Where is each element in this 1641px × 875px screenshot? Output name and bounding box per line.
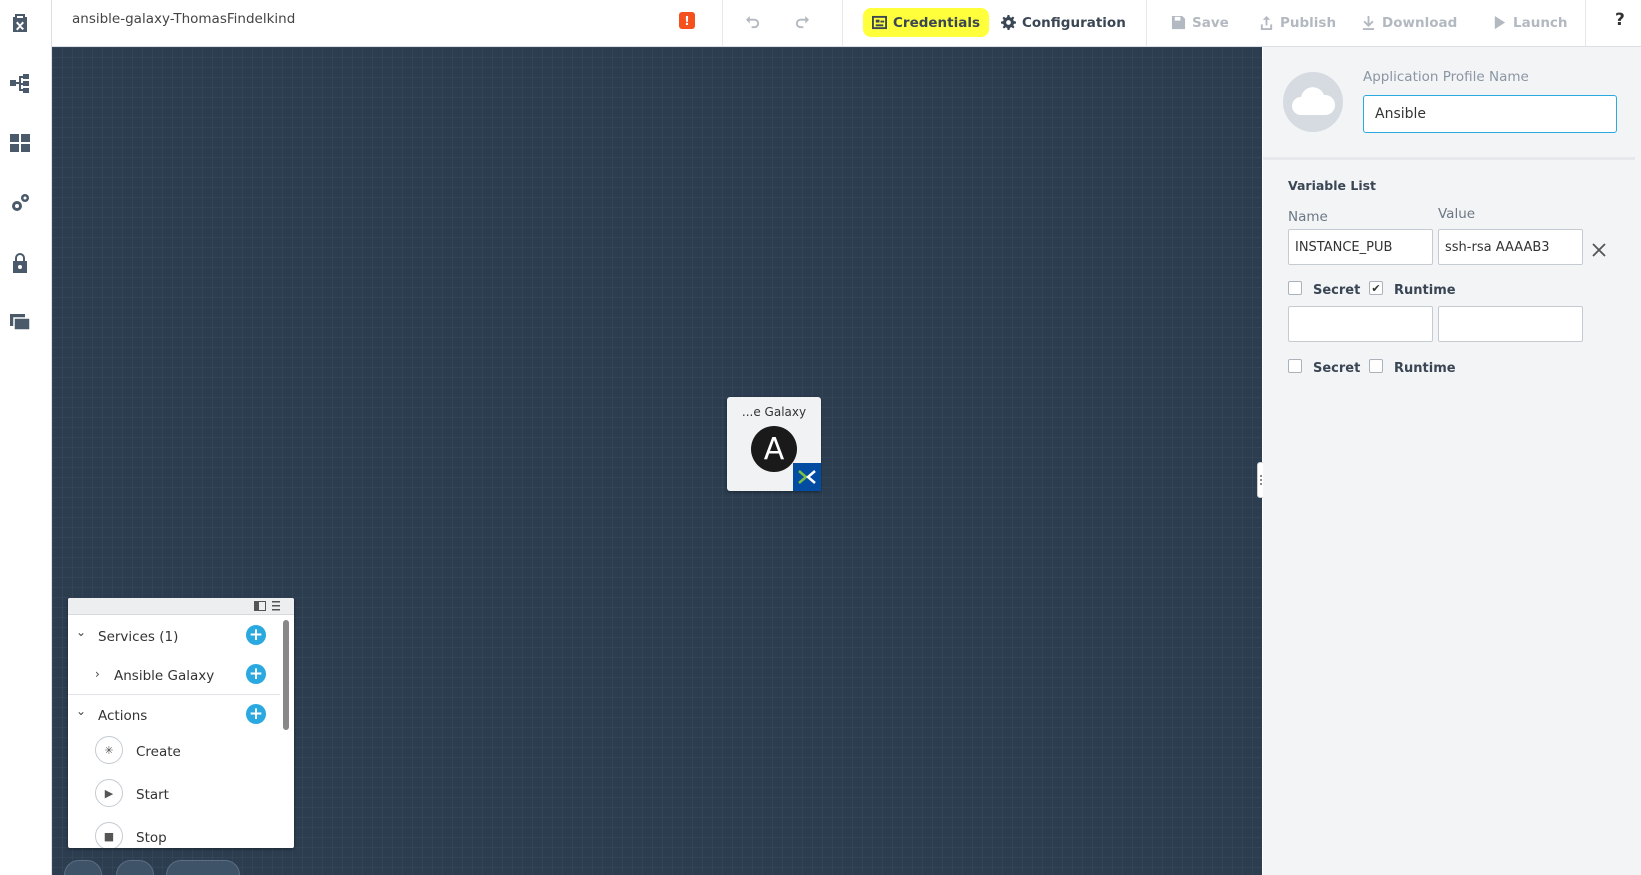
remove-variable-button[interactable] [1590,241,1608,259]
download-button[interactable]: Download [1361,8,1457,37]
gallery-icon[interactable] [0,306,40,336]
tree-panel-header [68,598,294,615]
properties-panel: Application Profile Name Variable List N… [1263,47,1641,875]
action-stop[interactable]: Stop [136,830,167,846]
runtime-label: Runtime [1394,283,1456,298]
variable-list-title: Variable List [1288,178,1377,193]
center-view-button[interactable] [116,860,154,875]
create-action-icon: ✳ [95,736,123,764]
fit-view-button[interactable] [64,860,102,875]
toolbar-divider [722,0,723,46]
save-icon [1171,15,1186,30]
redo-icon [795,15,809,29]
credentials-label: Credentials [893,14,981,31]
chevron-down-icon[interactable]: ⌄ [76,704,86,718]
blueprint-icon[interactable] [0,8,40,38]
add-action-button[interactable]: + [246,704,266,724]
settings-gears-icon[interactable] [0,188,40,218]
secret-checkbox[interactable] [1288,359,1302,373]
action-create[interactable]: Create [136,744,181,760]
variable-value-input[interactable] [1438,229,1583,265]
close-icon [1592,243,1606,257]
undo-icon [746,15,760,29]
stop-action-icon: ■ [95,822,123,848]
action-start[interactable]: Start [136,787,169,803]
left-nav-rail [0,0,52,875]
chevron-right-icon[interactable]: › [95,667,100,681]
help-button[interactable]: ? [1615,10,1625,30]
hierarchy-icon[interactable] [0,68,40,98]
alert-badge[interactable]: ! [679,12,695,29]
variable-value-header: Value [1438,206,1476,222]
launch-label: Launch [1513,14,1568,31]
save-label: Save [1192,14,1229,31]
configuration-button[interactable]: Configuration [1001,8,1126,37]
service-item-ansible-galaxy[interactable]: Ansible Galaxy [114,668,214,684]
panel-divider [1263,157,1635,160]
download-icon [1362,15,1375,30]
ansible-logo-letter: A [763,431,785,467]
play-icon [1494,15,1506,30]
top-toolbar: ansible-galaxy-ThomasFindelkind ! Creden… [52,0,1641,47]
profile-name-input[interactable] [1363,95,1617,133]
variable-name-input[interactable] [1288,229,1433,265]
publish-button[interactable]: Publish [1259,8,1336,37]
chevron-down-icon[interactable]: ⌄ [76,625,86,639]
cloud-icon [1283,72,1343,132]
variable-value-input[interactable] [1438,306,1583,342]
nutanix-badge-icon [793,463,821,491]
services-header[interactable]: Services (1) [98,629,178,645]
secret-label: Secret [1313,283,1361,298]
lock-icon[interactable] [0,248,40,278]
menu-icon[interactable] [270,601,282,611]
start-action-icon: ▶ [95,779,123,807]
configuration-label: Configuration [1022,14,1126,31]
publish-label: Publish [1280,14,1337,31]
panel-layout-icon[interactable] [254,601,266,611]
redo-button[interactable] [794,8,809,37]
services-actions-panel: ⌄ Services (1) + › Ansible Galaxy + ⌄ Ac… [68,598,294,848]
actions-header[interactable]: Actions [98,708,147,724]
gear-icon [1001,15,1016,30]
toolbar-divider [842,0,843,46]
variable-name-input[interactable] [1288,306,1433,342]
profile-name-label: Application Profile Name [1363,69,1529,85]
tree-scrollbar[interactable] [283,620,289,730]
publish-icon [1260,15,1273,30]
credentials-button[interactable]: Credentials [863,8,990,37]
toolbar-divider [1146,0,1147,46]
credentials-icon [872,15,887,30]
save-button[interactable]: Save [1171,8,1229,37]
runtime-label: Runtime [1394,361,1456,376]
secret-label: Secret [1313,361,1361,376]
variable-name-header: Name [1288,209,1328,225]
launch-button[interactable]: Launch [1492,8,1568,37]
add-service-item-button[interactable]: + [246,664,266,684]
toolbar-divider [1585,0,1586,46]
service-node[interactable]: ...e Galaxy A [727,397,821,491]
zoom-controls[interactable] [166,860,240,875]
download-label: Download [1382,14,1458,31]
tree-divider [68,694,280,695]
undo-button[interactable] [746,8,761,37]
runtime-checkbox[interactable]: ✔ [1369,281,1383,295]
blueprint-title: ansible-galaxy-ThomasFindelkind [72,11,296,27]
runtime-checkbox[interactable] [1369,359,1383,373]
apps-grid-icon[interactable] [0,128,40,158]
node-label: ...e Galaxy [741,405,807,419]
add-service-button[interactable]: + [246,625,266,645]
checkmark-icon: ✔ [1371,281,1381,295]
secret-checkbox[interactable] [1288,281,1302,295]
ansible-logo-icon: A [751,426,797,472]
